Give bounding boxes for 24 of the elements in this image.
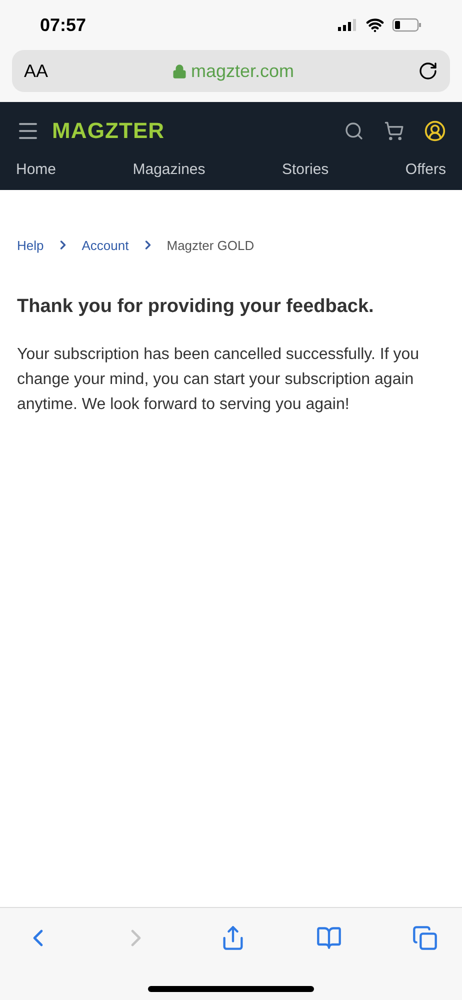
breadcrumb-link[interactable]: Help — [17, 236, 44, 255]
heading: Thank you for providing your feedback. — [17, 295, 375, 319]
cart-icon[interactable] — [384, 120, 404, 140]
nav-link[interactable]: Magazines — [132, 159, 206, 182]
signal-icon — [338, 19, 358, 31]
text-size-button[interactable]: AA — [24, 58, 48, 84]
bookmarks-icon[interactable] — [316, 925, 342, 951]
battery-icon — [392, 18, 422, 32]
breadcrumb-link[interactable]: Account — [82, 236, 129, 255]
wifi-icon — [366, 16, 384, 34]
account-icon[interactable] — [424, 120, 446, 142]
nav-link[interactable]: Stories — [282, 159, 329, 182]
tabs-icon[interactable] — [412, 925, 438, 951]
lock-icon — [172, 64, 187, 78]
address-bar[interactable]: AA magzter.com — [12, 50, 450, 92]
status-time: 07:57 — [40, 14, 86, 36]
message: Your subscription has been cancelled successfully. If you change your mind, you can start your subscription again anytime. We look forward to serving you again! — [17, 344, 420, 414]
nav-link[interactable]: Offers — [405, 159, 446, 182]
breadcrumb-current: Magzter GOLD — [166, 236, 254, 255]
nav-link[interactable]: Home — [16, 159, 56, 182]
search-icon[interactable] — [344, 120, 364, 140]
logo[interactable]: MAGZTER — [52, 114, 165, 147]
reload-icon[interactable] — [418, 61, 438, 81]
url-text: magzter.com — [190, 60, 294, 83]
